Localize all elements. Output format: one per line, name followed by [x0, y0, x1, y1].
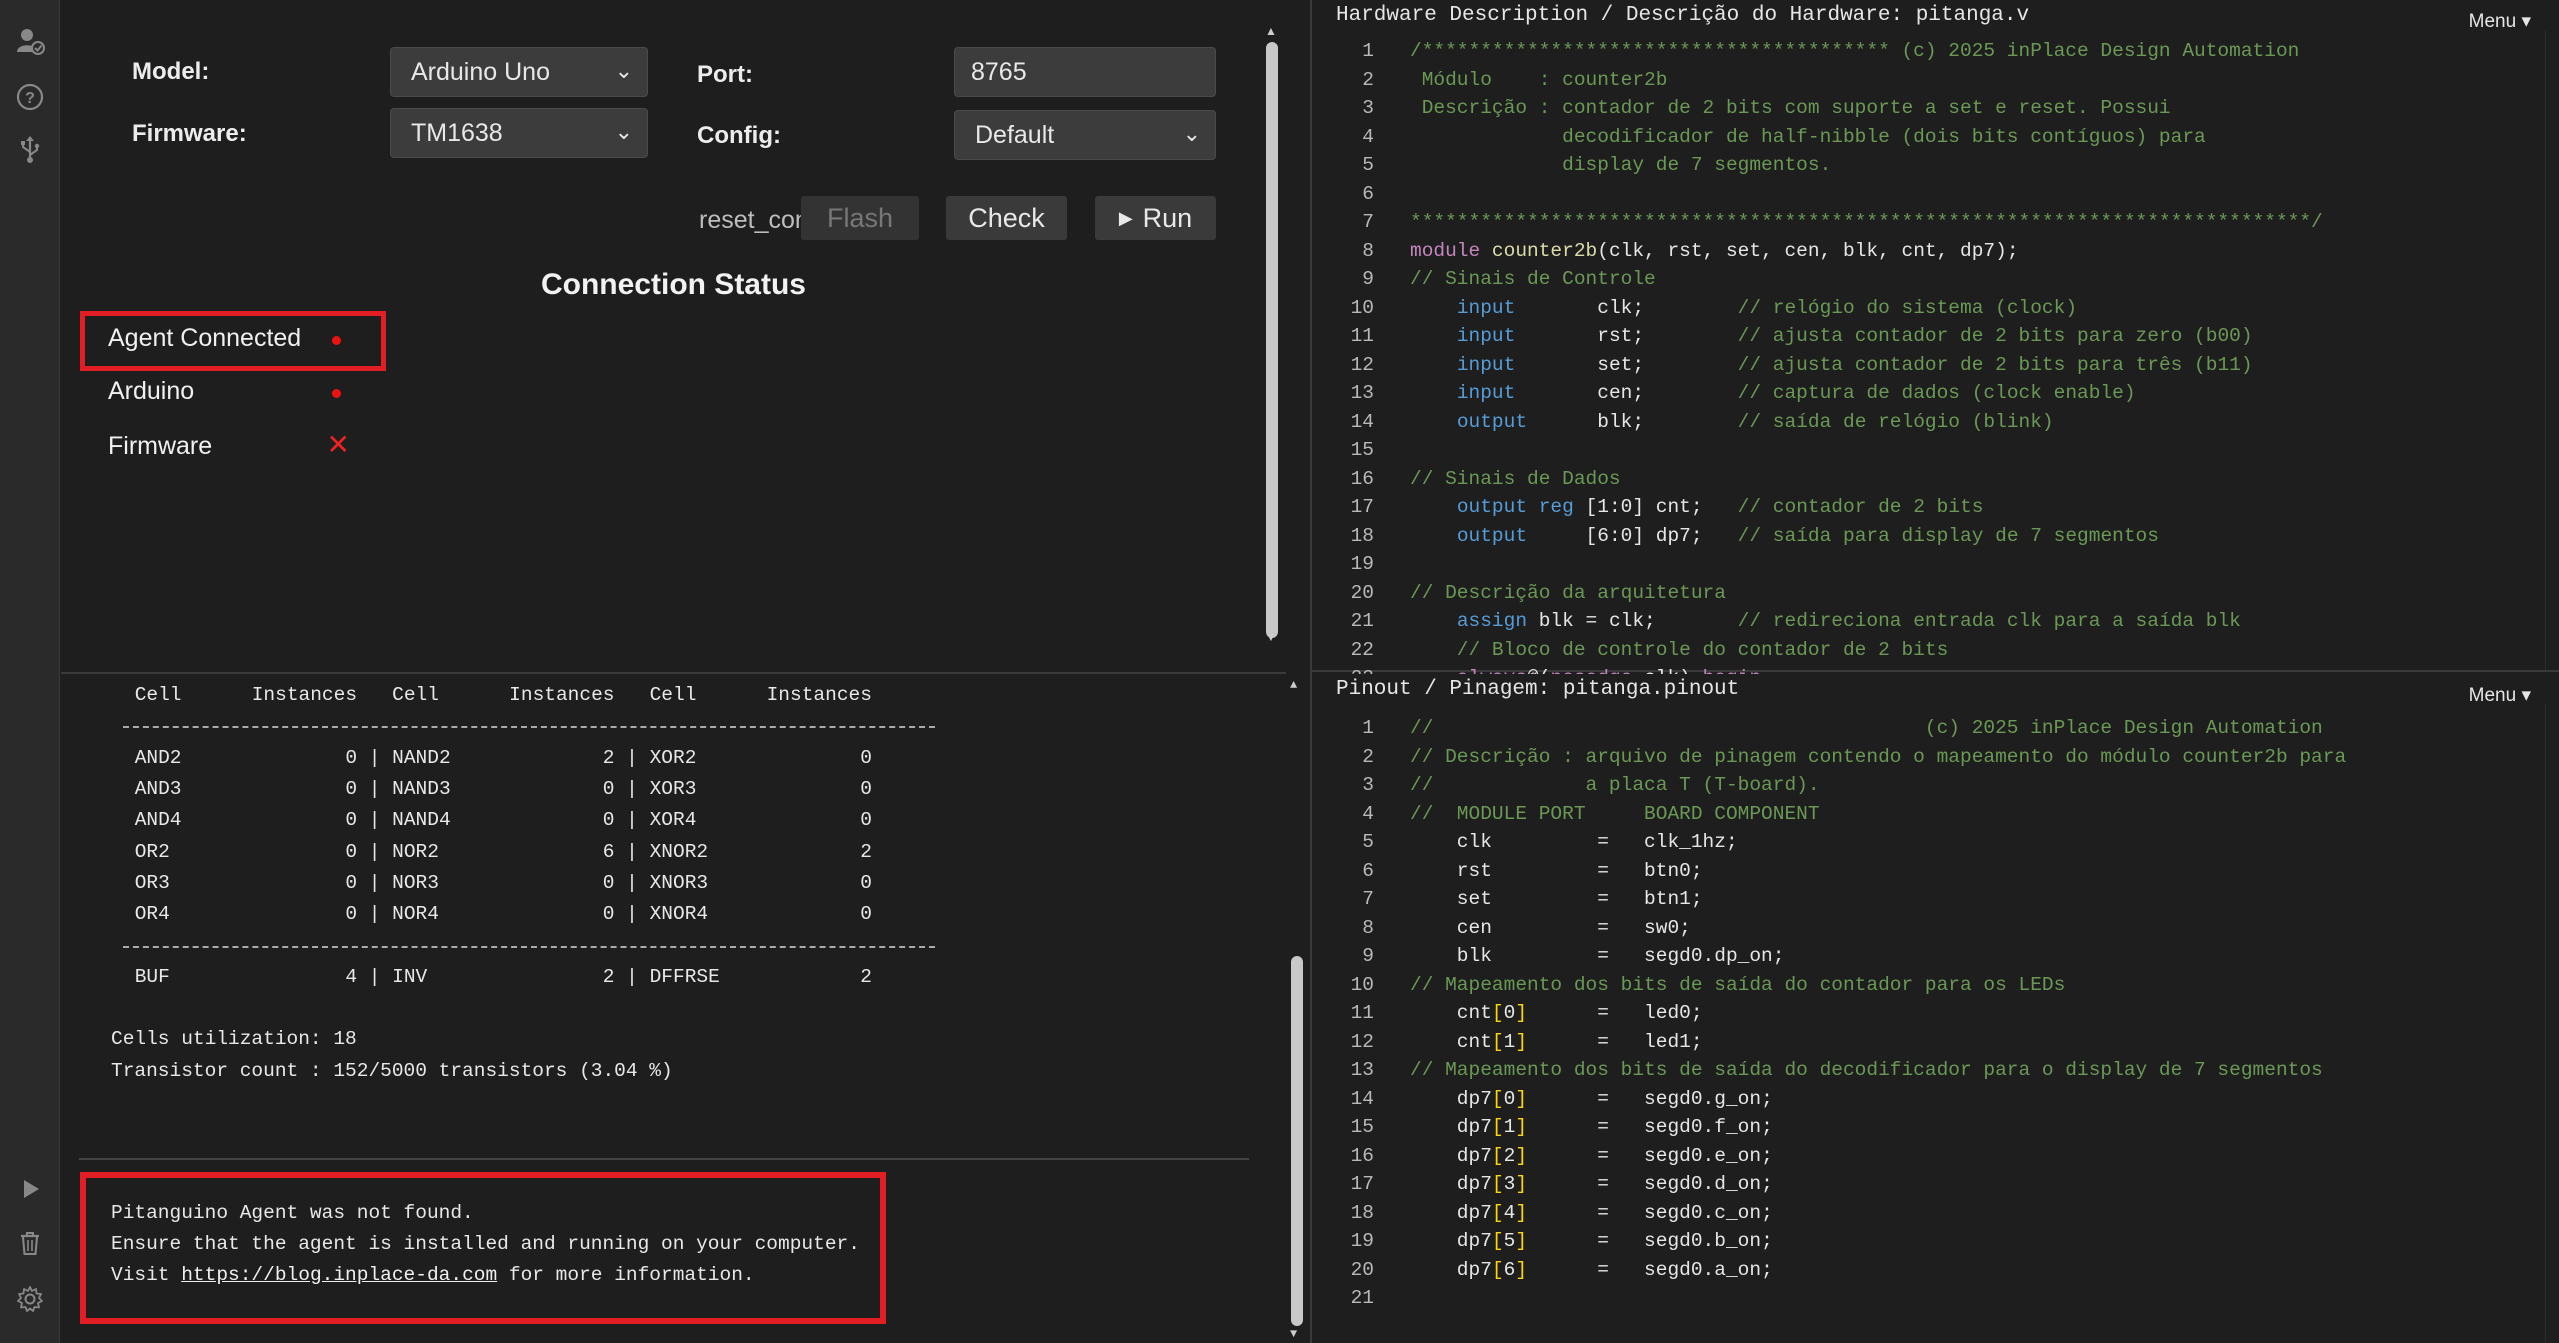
play-icon[interactable]	[15, 1174, 45, 1204]
play-icon: ▶	[1118, 207, 1133, 228]
agent-highlight-box	[80, 311, 386, 371]
table-row: OR2 0 | NOR2 6 | XNOR2 2	[123, 841, 872, 863]
report-scroll-thumb[interactable]	[1291, 956, 1303, 1326]
cell-table-header: Cell Instances Cell Instances Cell Insta…	[123, 684, 872, 706]
table-row: AND3 0 | NAND3 0 | XOR3 0	[123, 778, 872, 800]
pinout-editor-scrollbar[interactable]	[2545, 704, 2559, 1343]
status-arduino-label: Arduino	[108, 377, 195, 405]
table-row: BUF 4 | INV 2 | DFFRSE 2	[123, 966, 872, 988]
check-button[interactable]: Check	[946, 196, 1067, 240]
table-row: OR4 0 | NOR4 0 | XNOR4 0	[123, 903, 872, 925]
report-scrollbar[interactable]: ▲ ▼	[1288, 674, 1304, 1343]
port-value: 8765	[971, 58, 1027, 86]
hardware-editor[interactable]: Hardware Description / Descrição do Hard…	[1312, 0, 2559, 689]
firmware-value: TM1638	[411, 119, 503, 147]
run-button[interactable]: ▶ Run	[1095, 196, 1216, 240]
error-message-line: Pitanguino Agent was not found.	[111, 1202, 474, 1224]
status-arduino: Arduino	[108, 369, 363, 415]
usb-icon[interactable]	[15, 134, 45, 164]
chevron-down-icon: ⌄	[1182, 121, 1201, 146]
pinout-editor-title: Pinout / Pinagem: pitanga.pinout	[1336, 678, 1740, 701]
flash-label: Flash	[826, 202, 894, 233]
hardware-editor-title: Hardware Description / Descrição do Hard…	[1336, 4, 2030, 27]
svg-text:?: ?	[25, 90, 35, 107]
connection-status-title: Connection Status	[540, 268, 806, 301]
config-value: Default	[975, 121, 1055, 149]
firmware-select[interactable]: TM1638 ⌄	[390, 108, 648, 158]
model-select[interactable]: Arduino Uno ⌄	[390, 47, 648, 97]
hardware-editor-menu[interactable]: Menu ▾	[2469, 10, 2531, 33]
flash-button[interactable]: Flash	[801, 196, 919, 240]
close-icon: ✕	[326, 429, 350, 460]
model-value: Arduino Uno	[411, 58, 550, 86]
menu-label: Menu	[2468, 11, 2517, 32]
menu-label: Menu	[2468, 685, 2517, 706]
chevron-down-icon: ⌄	[614, 119, 633, 144]
transistor-count: Transistor count : 152/5000 transistors …	[111, 1060, 673, 1082]
hardware-editor-scrollbar[interactable]	[2545, 30, 2559, 670]
firmware-label: Firmware:	[132, 120, 247, 147]
config-select[interactable]: Default ⌄	[954, 110, 1216, 160]
status-dot-icon	[332, 389, 341, 398]
caret-down-icon: ▾	[2521, 685, 2531, 706]
check-label: Check	[968, 202, 1045, 233]
table-rule	[123, 726, 935, 728]
error-message-line: Visit https://blog.inplace-da.com for mo…	[111, 1264, 755, 1286]
error-message-line: Ensure that the agent is installed and r…	[111, 1233, 860, 1255]
port-input[interactable]: 8765	[954, 47, 1216, 97]
user-check-icon[interactable]	[15, 26, 45, 56]
config-scrollbar[interactable]: ▲ ▼	[1263, 20, 1279, 650]
port-label: Port:	[697, 61, 753, 88]
scroll-up-icon[interactable]: ▲	[1290, 678, 1297, 692]
status-firmware: Firmware ✕	[108, 424, 363, 470]
blog-link[interactable]: https://blog.inplace-da.com	[181, 1264, 497, 1286]
run-label: Run	[1142, 202, 1193, 233]
config-panel: Model: Arduino Uno ⌄ Firmware: TM1638 ⌄ …	[61, 0, 1286, 670]
scroll-down-icon[interactable]: ▼	[1265, 630, 1277, 644]
config-label: Config:	[697, 122, 781, 149]
status-firmware-label: Firmware	[108, 432, 213, 460]
activity-bar: ?	[0, 0, 60, 1343]
scroll-down-icon[interactable]: ▼	[1290, 1327, 1297, 1341]
settings-icon[interactable]	[15, 1284, 45, 1314]
help-circle-icon[interactable]: ?	[15, 82, 45, 112]
caret-down-icon: ▾	[2521, 11, 2531, 32]
pinout-editor[interactable]: Pinout / Pinagem: pitanga.pinout Menu ▾ …	[1312, 674, 2559, 1343]
table-row: AND4 0 | NAND4 0 | XOR4 0	[123, 809, 872, 831]
scroll-up-icon[interactable]: ▲	[1265, 24, 1277, 38]
table-row: AND2 0 | NAND2 2 | XOR2 0	[123, 747, 872, 769]
pinout-editor-menu[interactable]: Menu ▾	[2469, 684, 2531, 707]
chevron-down-icon: ⌄	[614, 58, 633, 83]
model-label: Model:	[132, 58, 210, 85]
table-rule	[123, 946, 935, 948]
trash-icon[interactable]	[15, 1228, 45, 1258]
message-separator	[79, 1158, 1249, 1160]
visit-text: Visit	[111, 1264, 182, 1286]
more-info-text: for more information.	[497, 1264, 755, 1286]
config-scroll-thumb[interactable]	[1266, 42, 1278, 638]
table-row: OR3 0 | NOR3 0 | XNOR3 0	[123, 872, 872, 894]
cells-utilization: Cells utilization: 18	[111, 1028, 357, 1050]
report-panel: Cell Instances Cell Instances Cell Insta…	[61, 672, 1304, 1343]
